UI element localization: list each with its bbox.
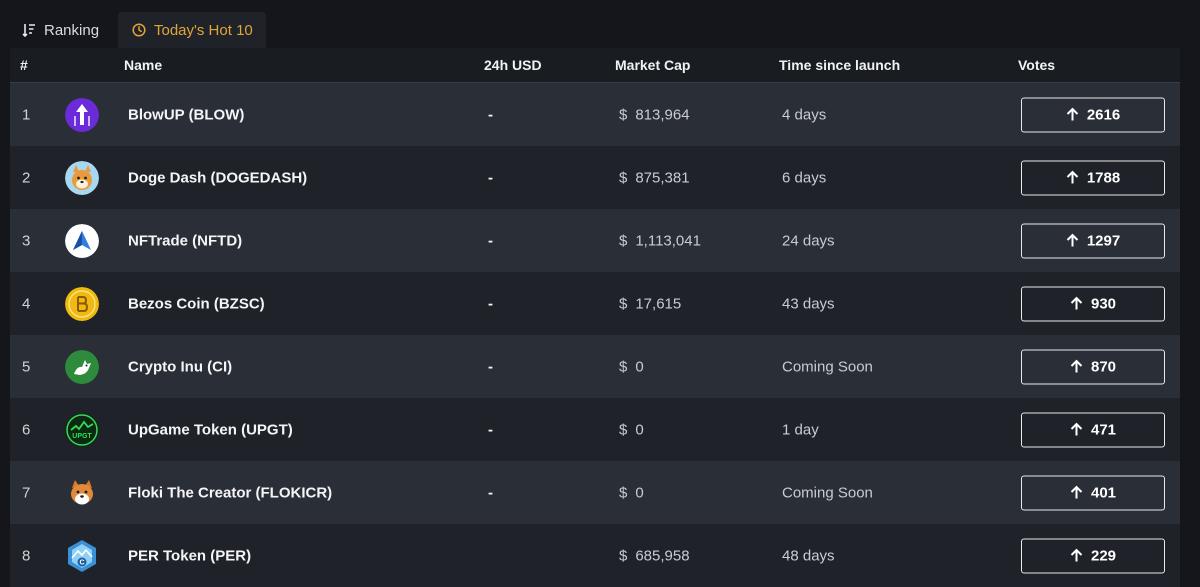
token-name[interactable]: NFTrade (NFTD): [128, 232, 242, 249]
vote-button[interactable]: 2616: [1021, 97, 1165, 132]
rank-cell: 3: [22, 232, 31, 249]
rank-cell: 1: [22, 106, 31, 123]
rank-cell: 6: [22, 421, 31, 438]
usd-24h-cell: -: [488, 232, 493, 249]
tab-bar: Ranking Today's Hot 10: [0, 0, 1200, 48]
header-market-cap[interactable]: Market Cap: [615, 57, 690, 73]
token-name[interactable]: PER Token (PER): [128, 547, 251, 564]
market-cap-cell: $875,381: [619, 169, 690, 186]
launch-time-cell: 6 days: [782, 169, 827, 186]
market-cap-cell: $685,958: [619, 547, 690, 564]
rank-cell: 5: [22, 358, 31, 375]
clock-icon: [132, 23, 146, 37]
arrow-up-icon: [1070, 422, 1083, 436]
tab-ranking[interactable]: Ranking: [10, 12, 116, 48]
tab-label: Today's Hot 10: [154, 21, 253, 39]
vote-count: 401: [1090, 484, 1117, 501]
arrow-up-icon: [1070, 548, 1083, 562]
market-cap-cell: $0: [619, 358, 644, 375]
sort-icon: [22, 23, 36, 37]
usd-24h-cell: -: [488, 421, 493, 438]
rank-cell: 4: [22, 295, 31, 312]
header-time-since-launch[interactable]: Time since launch: [779, 57, 900, 73]
market-cap-cell: $0: [619, 484, 644, 501]
rank-cell: 7: [22, 484, 31, 501]
arrow-up-icon: [1066, 107, 1079, 121]
table-row[interactable]: 8 C PER Token (PER) $685,958 48 days 229: [10, 524, 1180, 587]
vote-button[interactable]: 930: [1021, 286, 1165, 321]
table-row[interactable]: 5 Crypto Inu (CI) - $0 Coming Soon 870: [10, 335, 1180, 398]
market-cap-cell: $813,964: [619, 106, 690, 123]
svg-text:C: C: [79, 559, 84, 566]
table-row[interactable]: 2 Doge Dash (DOGEDASH) - $875,381 6 days…: [10, 146, 1180, 209]
table-row[interactable]: 7 Floki The Creator (FLOKICR) - $0 Comin…: [10, 461, 1180, 524]
usd-24h-cell: -: [488, 358, 493, 375]
vote-count: 1297: [1086, 232, 1121, 249]
launch-time-cell: 1 day: [782, 421, 819, 438]
market-cap-cell: $0: [619, 421, 644, 438]
table-row[interactable]: 3 NFTrade (NFTD) - $1,113,041 24 days 12…: [10, 209, 1180, 272]
nftrade-logo-icon: [65, 223, 99, 258]
vote-button[interactable]: 1297: [1021, 223, 1165, 258]
launch-time-cell: 4 days: [782, 106, 827, 123]
dogedash-logo-icon: [65, 160, 99, 195]
usd-24h-cell: -: [488, 106, 493, 123]
table-row[interactable]: 6 UPGT UpGame Token (UPGT) - $0 1 day 47…: [10, 398, 1180, 461]
header-name[interactable]: Name: [124, 57, 162, 73]
hot-tokens-table: # Name 24h USD Market Cap Time since lau…: [10, 48, 1180, 587]
header-24h-usd[interactable]: 24h USD: [484, 57, 542, 73]
market-cap-cell: $1,113,041: [619, 232, 701, 249]
token-name[interactable]: Floki The Creator (FLOKICR): [128, 484, 332, 501]
arrow-up-icon: [1066, 170, 1079, 184]
usd-24h-cell: -: [488, 169, 493, 186]
arrow-up-icon: [1070, 359, 1083, 373]
crypto-inu-logo-icon: [65, 349, 99, 384]
token-name[interactable]: UpGame Token (UPGT): [128, 421, 293, 438]
svg-text:UPGT: UPGT: [72, 433, 92, 440]
usd-24h-cell: -: [488, 295, 493, 312]
usd-24h-cell: -: [488, 484, 493, 501]
vote-count: 1788: [1086, 169, 1121, 186]
tab-todays-hot[interactable]: Today's Hot 10: [118, 12, 266, 48]
vote-count: 229: [1090, 547, 1117, 564]
rank-cell: 2: [22, 169, 31, 186]
market-cap-cell: $17,615: [619, 295, 682, 312]
table-row[interactable]: 4 Bezos Coin (BZSC) - $17,615 43 days 93…: [10, 272, 1180, 335]
launch-time-cell: 24 days: [782, 232, 835, 249]
tab-label: Ranking: [44, 21, 100, 39]
rank-cell: 8: [22, 547, 31, 564]
token-name[interactable]: Crypto Inu (CI): [128, 358, 232, 375]
arrow-up-icon: [1070, 485, 1083, 499]
header-votes[interactable]: Votes: [1018, 57, 1055, 73]
launch-time-cell: Coming Soon: [782, 358, 873, 375]
table-row[interactable]: 1 BlowUP (BLOW) - $813,964 4 days 2616: [10, 83, 1180, 146]
table-header: # Name 24h USD Market Cap Time since lau…: [10, 48, 1180, 83]
vote-count: 870: [1090, 358, 1117, 375]
vote-count: 471: [1090, 421, 1117, 438]
vote-button[interactable]: 1788: [1021, 160, 1165, 195]
vote-count: 2616: [1086, 106, 1121, 123]
upgame-logo-icon: UPGT: [65, 412, 99, 447]
floki-logo-icon: [65, 475, 99, 510]
vote-count: 930: [1090, 295, 1117, 312]
header-rank: #: [20, 57, 28, 73]
arrow-up-icon: [1070, 296, 1083, 310]
vote-button[interactable]: 870: [1021, 349, 1165, 384]
vote-button[interactable]: 229: [1021, 538, 1165, 573]
blowup-logo-icon: [65, 97, 99, 132]
launch-time-cell: 43 days: [782, 295, 835, 312]
launch-time-cell: Coming Soon: [782, 484, 873, 501]
token-name[interactable]: BlowUP (BLOW): [128, 106, 244, 123]
arrow-up-icon: [1066, 233, 1079, 247]
per-token-logo-icon: C: [65, 539, 99, 573]
launch-time-cell: 48 days: [782, 547, 835, 564]
token-name[interactable]: Doge Dash (DOGEDASH): [128, 169, 307, 186]
bezos-coin-logo-icon: [65, 286, 99, 321]
vote-button[interactable]: 471: [1021, 412, 1165, 447]
token-name[interactable]: Bezos Coin (BZSC): [128, 295, 265, 312]
vote-button[interactable]: 401: [1021, 475, 1165, 510]
